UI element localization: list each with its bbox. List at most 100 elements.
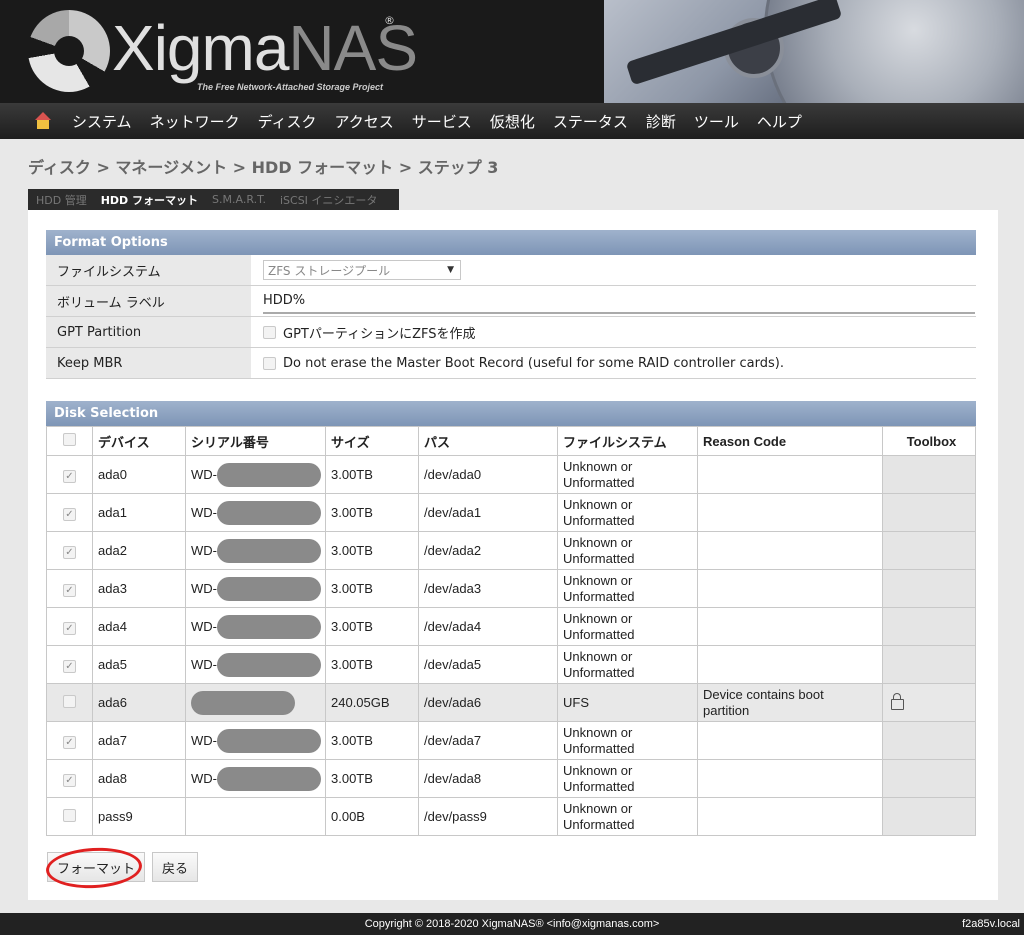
disk-size: 3.00TB [325,569,419,608]
disk-row[interactable]: ada6 240.05GB/dev/ada6 UFS Device contains … [46,683,976,722]
format-options-section: Format Options ファイルシステム ZFS ストレージプール ▼ ボ… [46,230,976,379]
home-icon[interactable] [34,112,52,130]
disk-checkbox[interactable] [63,808,76,822]
disk-reason-code [697,455,883,494]
disk-reason-code [697,493,883,532]
disk-reason-code [697,797,883,836]
tab-hdd-management[interactable]: HDD 管理 [36,192,87,208]
disk-serial: WD- [185,531,326,570]
nav-system[interactable]: システム [72,111,132,132]
disk-row[interactable]: ✓ ada4 WD- 3.00TB/dev/ada4 Unknown or Unforma… [46,607,976,646]
disk-checkbox-cell: ✓ [46,493,93,532]
col-reason-code: Reason Code [697,426,883,456]
disk-toolbox [882,493,976,532]
disk-size: 3.00TB [325,531,419,570]
option-row-volume-label: ボリューム ラベル HDD% [46,286,976,317]
format-options-header: Format Options [46,230,976,255]
disk-toolbox [882,683,976,722]
logo-text: XigmaNAS [112,12,418,84]
disk-checkbox[interactable]: ✓ [63,507,76,521]
disk-filesystem: Unknown or Unformatted [557,455,698,494]
disk-size: 3.00TB [325,493,419,532]
disk-row[interactable]: ✓ ada5 WD- 3.00TB/dev/ada5 Unknown or Unforma… [46,645,976,684]
format-button[interactable]: フォーマット [47,852,145,882]
disk-serial [185,683,326,722]
disk-device: ada3 [92,569,186,608]
disk-path: /dev/ada6 [418,683,558,722]
back-button[interactable]: 戻る [152,852,198,882]
disk-row[interactable]: ✓ ada3 WD- 3.00TB/dev/ada3 Unknown or Unforma… [46,569,976,608]
disk-serial: WD- [185,721,326,760]
redacted-serial [217,728,321,753]
disk-device: ada0 [92,455,186,494]
disk-row[interactable]: pass9 0.00B/dev/pass9 Unknown or Unformatte… [46,797,976,836]
disk-device: ada4 [92,607,186,646]
disk-path: /dev/ada1 [418,493,558,532]
redacted-serial [217,652,321,677]
disk-table: デバイス シリアル番号 サイズ パス ファイルシステム Reason Code … [46,426,976,836]
col-filesystem: ファイルシステム [557,426,698,456]
lock-icon [890,693,904,710]
disk-row[interactable]: ✓ ada1 WD- 3.00TB/dev/ada1 Unknown or Unforma… [46,493,976,532]
disk-checkbox[interactable]: ✓ [63,583,76,597]
volume-label-input[interactable]: HDD% [263,288,975,314]
tab-bar: HDD 管理 HDD フォーマット S.M.A.R.T. iSCSI イニシエー… [28,189,400,210]
disk-path: /dev/ada8 [418,759,558,798]
nav-diagnostics[interactable]: 診断 [646,111,676,132]
nav-tools[interactable]: ツール [694,111,739,132]
filesystem-select[interactable]: ZFS ストレージプール ▼ [263,260,461,280]
disk-selection-header: Disk Selection [46,401,976,426]
disk-toolbox [882,569,976,608]
nav-virtualization[interactable]: 仮想化 [490,111,535,132]
filesystem-label: ファイルシステム [46,255,251,285]
nav-help[interactable]: ヘルプ [757,111,802,132]
option-row-filesystem: ファイルシステム ZFS ストレージプール ▼ [46,255,976,286]
main-navbar: システム ネットワーク ディスク アクセス サービス 仮想化 ステータス 診断 … [0,103,1024,139]
redacted-serial [191,690,295,715]
disk-device: ada8 [92,759,186,798]
select-all-checkbox[interactable] [63,433,76,446]
keep-mbr-label: Keep MBR [46,348,251,378]
disk-path: /dev/ada7 [418,721,558,760]
breadcrumb: ディスク > マネージメント > HDD フォーマット > ステップ 3 [28,158,499,177]
disk-checkbox[interactable]: ✓ [63,659,76,673]
nav-services[interactable]: サービス [412,111,472,132]
disk-checkbox-cell: ✓ [46,721,93,760]
disk-filesystem: Unknown or Unformatted [557,759,698,798]
keep-mbr-checkbox[interactable] [263,356,276,370]
disk-filesystem: Unknown or Unformatted [557,569,698,608]
nav-disks[interactable]: ディスク [258,111,317,132]
disk-row[interactable]: ✓ ada0 WD- 3.00TB/dev/ada0 Unknown or Unforma… [46,455,976,494]
disk-checkbox[interactable]: ✓ [63,773,76,787]
disk-checkbox[interactable]: ✓ [63,621,76,635]
disk-path: /dev/pass9 [418,797,558,836]
logo-registered-mark: ® [384,14,395,27]
disk-device: pass9 [92,797,186,836]
disk-checkbox-cell: ✓ [46,569,93,608]
gpt-partition-checkbox[interactable] [263,325,276,339]
disk-toolbox [882,797,976,836]
disk-toolbox [882,455,976,494]
tab-smart[interactable]: S.M.A.R.T. [212,193,266,206]
disk-checkbox[interactable]: ✓ [63,469,76,483]
disk-serial: WD- [185,493,326,532]
nav-access[interactable]: アクセス [335,111,394,132]
option-row-keep-mbr: Keep MBR Do not erase the Master Boot Re… [46,348,976,379]
disk-row[interactable]: ✓ ada8 WD- 3.00TB/dev/ada8 Unknown or Unforma… [46,759,976,798]
disk-row[interactable]: ✓ ada2 WD- 3.00TB/dev/ada2 Unknown or Unforma… [46,531,976,570]
tab-hdd-format[interactable]: HDD フォーマット [101,192,198,208]
disk-reason-code [697,759,883,798]
redacted-serial [217,500,321,525]
nav-status[interactable]: ステータス [553,111,628,132]
disk-checkbox[interactable]: ✓ [63,545,76,559]
disk-checkbox[interactable] [63,694,76,708]
disk-toolbox [882,607,976,646]
disk-checkbox[interactable]: ✓ [63,735,76,749]
disk-size: 3.00TB [325,455,419,494]
disk-row[interactable]: ✓ ada7 WD- 3.00TB/dev/ada7 Unknown or Unforma… [46,721,976,760]
disk-reason-code [697,569,883,608]
disk-toolbox [882,645,976,684]
disk-serial: WD- [185,607,326,646]
nav-network[interactable]: ネットワーク [150,111,240,132]
tab-iscsi-initiator[interactable]: iSCSI イニシエータ [280,192,377,208]
